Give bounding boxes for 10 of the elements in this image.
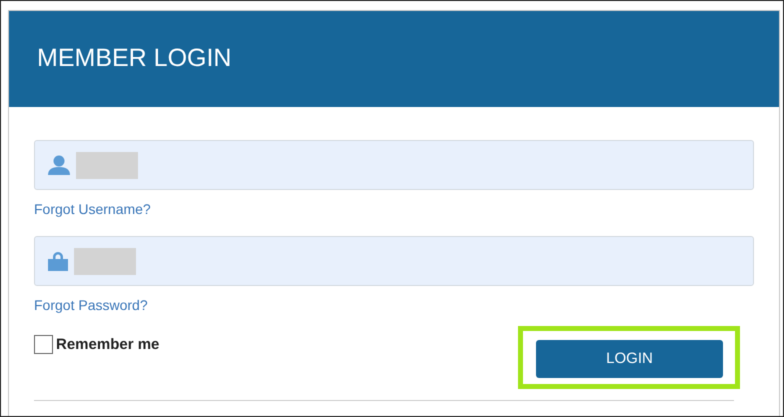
forgot-link[interactable]: Forgot Username? — [34, 199, 151, 220]
password-field[interactable] — [34, 236, 754, 286]
remember-checkbox[interactable] — [34, 335, 53, 354]
forgot-link[interactable]: Forgot Password? — [34, 295, 148, 316]
lock-icon — [48, 251, 68, 271]
user-icon — [48, 155, 70, 175]
login-button[interactable]: LOGIN — [536, 340, 723, 378]
remember-label: Remember me — [56, 335, 160, 355]
username-field[interactable] — [34, 140, 754, 190]
login-title: MEMBER LOGIN — [37, 43, 232, 74]
